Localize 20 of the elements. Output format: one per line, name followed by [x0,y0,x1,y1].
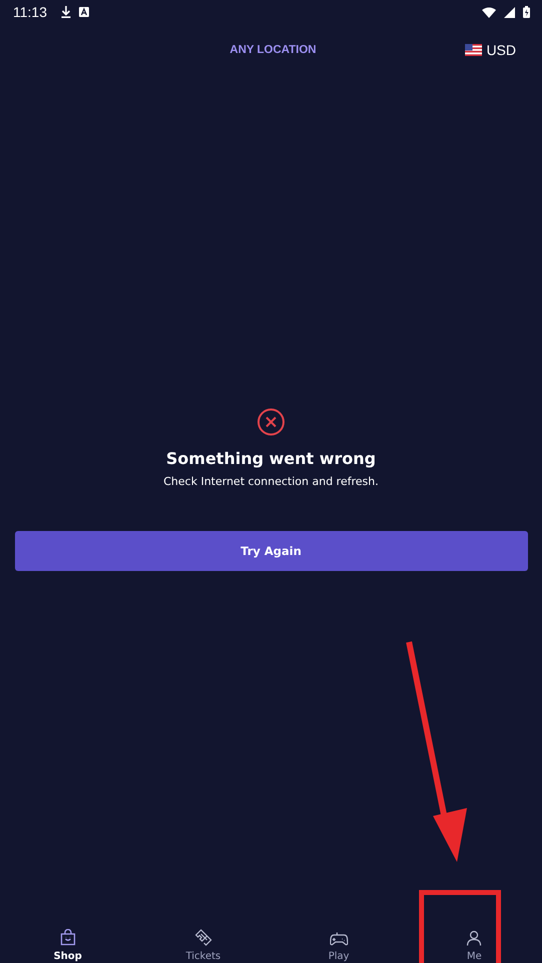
wifi-icon [482,6,496,18]
error-message: Check Internet connection and refresh. [164,475,378,488]
nav-tab[interactable]: Play [271,913,406,963]
location-selector[interactable]: ANY LOCATION [230,44,316,56]
try-again-button[interactable]: Try Again [14,531,528,571]
person-icon [466,930,482,946]
nav-tab[interactable]: Shop [0,913,136,963]
nav-tab[interactable]: Tickets [136,913,271,963]
battery-icon [523,6,530,18]
gamepad-icon [330,931,348,946]
error-title: Something went wrong [166,449,376,468]
status-time: 11:13 [13,4,47,20]
currency-selector[interactable]: USD [465,42,516,58]
flag-icon [465,44,482,56]
error-icon [257,408,285,436]
shopping-bag-icon [60,929,76,946]
nav-tab[interactable]: Me [406,913,542,963]
download-icon [61,6,71,18]
ticket-icon [194,929,212,946]
signal-icon [504,6,515,18]
